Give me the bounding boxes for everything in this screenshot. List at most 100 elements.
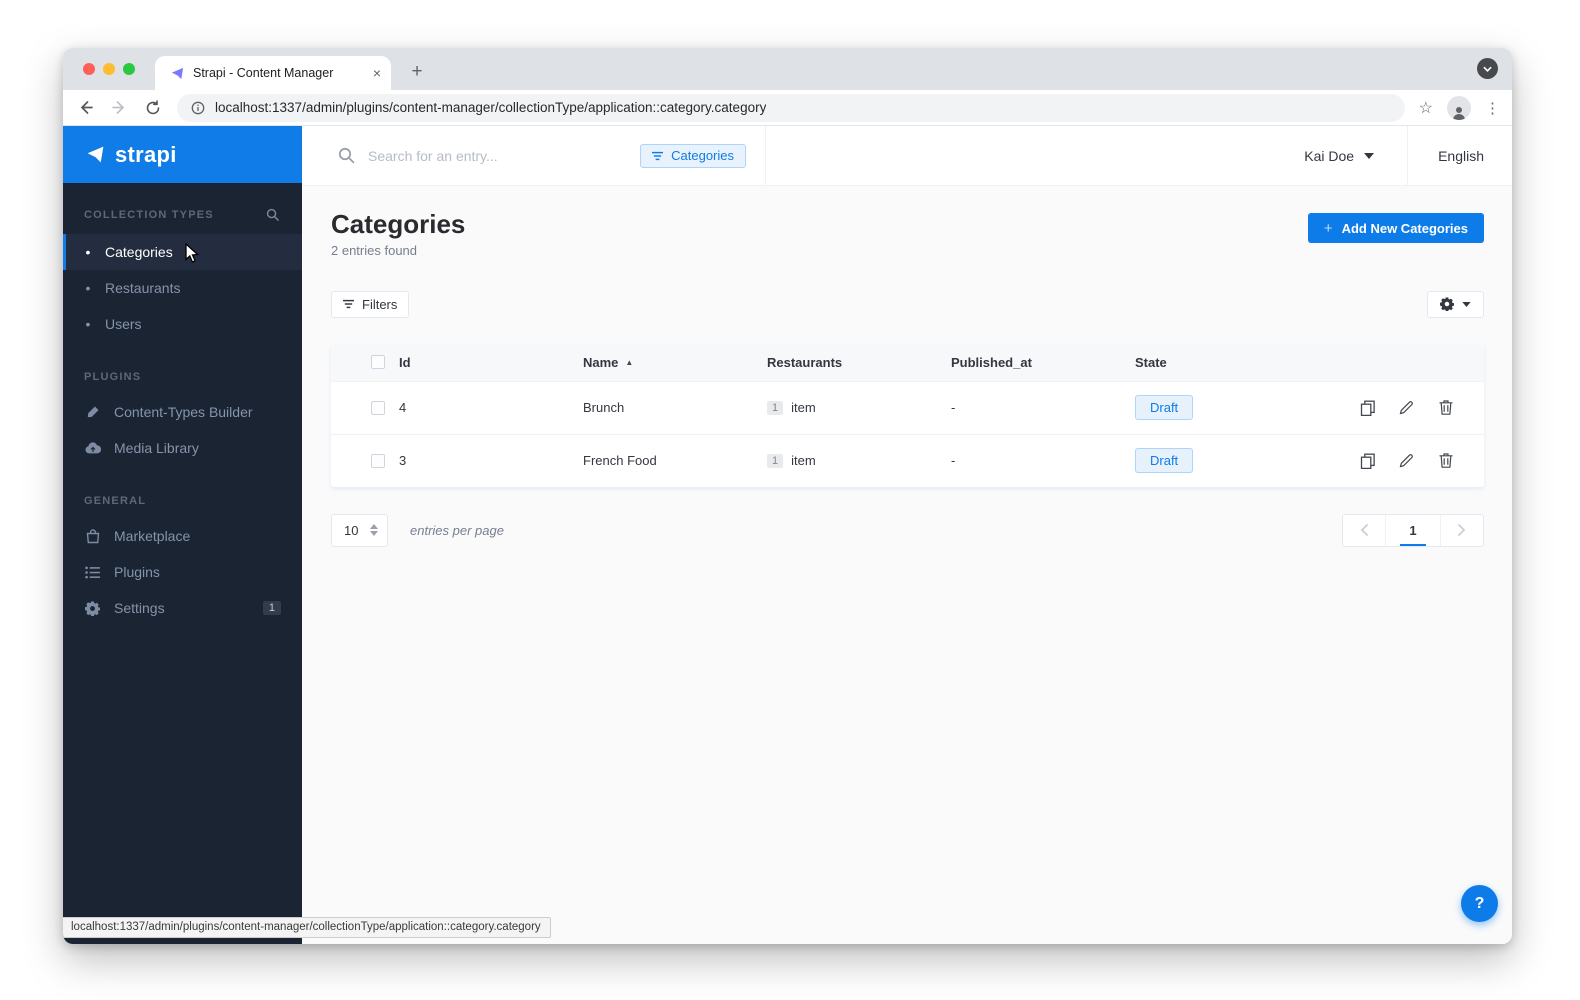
select-all-checkbox[interactable] [371,355,385,370]
minimize-window-button[interactable] [103,63,115,75]
cell-id: 4 [399,400,407,416]
page-number[interactable]: 1 [1385,514,1441,546]
browser-profile-avatar[interactable] [1447,95,1471,120]
help-button[interactable]: ? [1461,885,1498,922]
settings-badge: 1 [262,601,281,615]
cell-restaurants: 1 item [767,453,951,468]
sidebar-item-label: Restaurants [105,280,181,296]
add-new-categories-button[interactable]: + Add New Categories [1307,213,1484,243]
sidebar-item-users[interactable]: • Users [63,306,302,342]
search-collection-types-icon[interactable] [264,206,281,223]
next-page-icon[interactable] [1441,515,1483,546]
prev-page-icon[interactable] [1343,515,1385,546]
filter-icon [343,300,354,309]
browser-toolbar: localhost:1337/admin/plugins/content-man… [63,90,1512,126]
forward-icon[interactable] [109,98,129,118]
main-area: Categories Kai Doe English [302,126,1512,944]
sidebar-item-settings[interactable]: Settings 1 [63,590,302,626]
column-header-restaurants[interactable]: Restaurants [767,355,951,370]
table-row[interactable]: 3 French Food 1 item - Draft [331,433,1484,487]
column-header-name[interactable]: Name ▲ [583,355,767,370]
entries-count: 2 entries found [331,242,418,258]
sort-asc-icon: ▲ [625,357,634,367]
browser-tabstrip: Strapi - Content Manager × + [63,48,1512,90]
sidebar-item-label: Marketplace [114,528,191,544]
new-tab-button[interactable]: + [404,59,430,85]
draft-badge[interactable]: Draft [1135,448,1194,474]
user-menu[interactable]: Kai Doe [1304,126,1407,185]
count-unit: item [791,453,816,469]
cell-name: French Food [583,453,657,469]
close-window-button[interactable] [83,63,95,75]
bookmark-star-icon[interactable]: ☆ [1419,98,1433,118]
filters-label: Filters [362,296,398,312]
sidebar-item-media-library[interactable]: Media Library [63,430,302,466]
sidebar-item-marketplace[interactable]: Marketplace [63,518,302,554]
delete-icon[interactable] [1437,399,1454,416]
filter-icon [652,151,664,160]
chevron-down-icon [1462,301,1471,307]
section-label-general: GENERAL [84,495,147,507]
page-number-label: 1 [1409,522,1417,538]
row-checkbox[interactable] [371,453,385,468]
table-header-row: Id Name ▲ Restaurants Published_at State [331,343,1484,381]
browser-update-icon[interactable] [1477,58,1498,79]
per-page-select[interactable]: 10 [331,513,388,547]
delete-icon[interactable] [1437,452,1454,469]
sidebar-item-label: Content-Types Builder [114,404,253,420]
active-page-indicator [1400,543,1426,546]
sidebar-nav: COLLECTION TYPES • Categories • Restaura… [63,183,302,626]
bullet-icon: • [85,280,91,296]
cell-restaurants: 1 item [767,400,951,415]
strapi-logo[interactable]: strapi [63,126,302,183]
bullet-icon: • [85,316,91,332]
search-input[interactable] [368,147,628,164]
topbar-right: Kai Doe English [1304,126,1512,185]
brush-icon [84,404,101,421]
back-icon[interactable] [75,98,95,118]
sidebar-item-categories[interactable]: • Categories [63,234,302,270]
chevron-down-icon [1364,152,1375,159]
tab-title: Strapi - Content Manager [193,66,334,80]
duplicate-icon[interactable] [1359,452,1376,469]
reload-icon[interactable] [143,98,163,118]
strapi-admin: strapi COLLECTION TYPES • Categories • R… [63,126,1512,944]
edit-icon[interactable] [1398,452,1415,469]
column-header-state[interactable]: State [1135,355,1319,370]
user-name: Kai Doe [1304,147,1355,164]
sidebar-item-label: Categories [105,244,173,260]
window-controls [83,63,135,75]
browser-window: Strapi - Content Manager × + localhost:1… [63,48,1512,944]
browser-tab[interactable]: Strapi - Content Manager × [155,56,391,90]
add-button-label: Add New Categories [1341,220,1468,236]
cell-name: Brunch [583,400,625,416]
tab-close-icon[interactable]: × [373,66,381,80]
column-header-id[interactable]: Id [399,355,583,370]
column-header-published-at[interactable]: Published_at [951,355,1135,370]
stepper-icon[interactable] [370,524,378,537]
site-info-icon[interactable] [191,101,205,115]
status-bar-url: localhost:1337/admin/plugins/content-man… [63,917,551,938]
strapi-favicon-icon [170,66,185,81]
draft-badge[interactable]: Draft [1135,395,1194,421]
sidebar-item-label: Media Library [114,440,199,456]
url-text[interactable]: localhost:1337/admin/plugins/content-man… [215,100,766,115]
browser-menu-icon[interactable]: ⋮ [1485,99,1500,117]
pagination: 10 entries per page 1 [331,513,1484,547]
edit-icon[interactable] [1398,399,1415,416]
sidebar: strapi COLLECTION TYPES • Categories • R… [63,126,302,944]
url-bar[interactable]: localhost:1337/admin/plugins/content-man… [177,93,1405,122]
filters-button[interactable]: Filters [331,290,410,318]
duplicate-icon[interactable] [1359,399,1376,416]
categories-filter-chip[interactable]: Categories [640,143,746,168]
row-checkbox[interactable] [371,400,385,415]
sidebar-item-content-types-builder[interactable]: Content-Types Builder [63,394,302,430]
table-row[interactable]: 4 Brunch 1 item - Draft [331,380,1484,434]
section-label-plugins: PLUGINS [84,371,142,383]
sidebar-item-restaurants[interactable]: • Restaurants [63,270,302,306]
cloud-upload-icon [84,440,101,457]
sidebar-item-plugins[interactable]: Plugins [63,554,302,590]
zoom-window-button[interactable] [123,63,135,75]
view-settings-button[interactable] [1427,290,1484,318]
language-selector[interactable]: English [1408,126,1512,185]
